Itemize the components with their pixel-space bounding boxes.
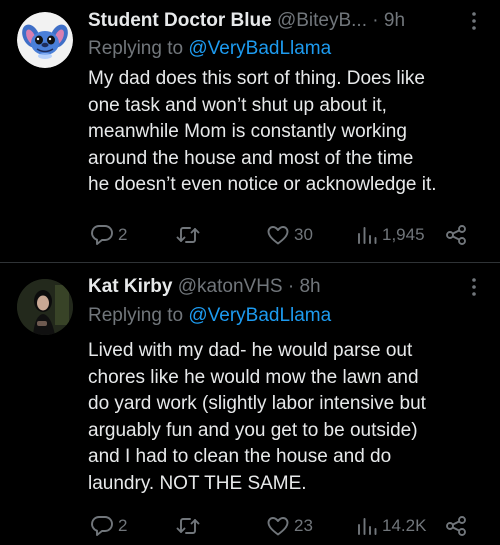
replying-mention-link[interactable]: @VeryBadLlama bbox=[188, 305, 331, 326]
tweet-text-line: around the house and most of the time bbox=[88, 147, 414, 169]
views-button[interactable]: 14.2K bbox=[356, 513, 426, 539]
photo-avatar-icon bbox=[17, 279, 73, 335]
reply-button[interactable]: 2 bbox=[90, 222, 127, 248]
views-icon bbox=[358, 518, 377, 535]
tweet-text-line: he doesn’t even notice or acknowledge it… bbox=[88, 174, 437, 195]
share-button[interactable] bbox=[444, 222, 468, 248]
views-button[interactable]: 1,945 bbox=[356, 222, 425, 248]
avatar[interactable] bbox=[17, 279, 73, 335]
views-count: 1,945 bbox=[382, 225, 425, 244]
like-button[interactable]: 23 bbox=[266, 513, 313, 539]
action-bar: 2 30 1,945 bbox=[88, 222, 480, 248]
tweet-text: My dad does this sort of thing. Does lik… bbox=[88, 66, 488, 199]
action-bar: 2 23 14.2K bbox=[88, 513, 480, 539]
reply-button[interactable]: 2 bbox=[90, 513, 127, 539]
user-handle[interactable]: @katonVHS bbox=[178, 276, 283, 297]
tweet-text-line: and I had to clean the house and do bbox=[88, 446, 392, 467]
replying-to: Replying to @VeryBadLlama bbox=[88, 36, 331, 62]
views-icon bbox=[358, 227, 377, 244]
views-count: 14.2K bbox=[382, 516, 427, 535]
replying-mention-link[interactable]: @VeryBadLlama bbox=[188, 38, 331, 59]
like-count: 23 bbox=[294, 516, 313, 535]
retweet-button[interactable] bbox=[176, 222, 204, 248]
display-name[interactable]: Kat Kirby bbox=[88, 276, 172, 297]
tweet-text: Lived with my dad- he would parse out ch… bbox=[88, 338, 488, 497]
replying-to: Replying to @VeryBadLlama bbox=[88, 303, 331, 329]
tweet-text-line: laundry. NOT THE SAME. bbox=[88, 472, 307, 494]
tweet[interactable]: Kat Kirby @katonVHS · 8h Replying to @Ve… bbox=[0, 263, 500, 545]
like-button[interactable]: 30 bbox=[266, 222, 313, 248]
tweet-text-line: My dad does this sort of thing. Does lik… bbox=[88, 68, 425, 89]
tweet-text-line: meanwhile Mom is constantly working bbox=[88, 121, 407, 142]
like-count: 30 bbox=[294, 225, 313, 244]
heart-icon bbox=[267, 226, 289, 245]
heart-icon bbox=[267, 517, 289, 536]
separator-dot: · bbox=[372, 10, 379, 31]
replying-prefix: Replying to bbox=[88, 305, 184, 326]
reply-count: 2 bbox=[118, 225, 128, 244]
timestamp[interactable]: 8h bbox=[299, 276, 320, 297]
display-name[interactable]: Student Doctor Blue bbox=[88, 10, 272, 31]
tweet-text-line: one task and won’t shut up about it, bbox=[88, 94, 387, 116]
tweet-text-line: Lived with my dad- he would parse out bbox=[88, 340, 413, 361]
tweet[interactable]: Student Doctor Blue @BiteyB... · 9h Repl… bbox=[0, 0, 500, 262]
user-handle[interactable]: @BiteyB... bbox=[277, 10, 367, 31]
retweet-icon bbox=[176, 518, 200, 534]
timestamp[interactable]: 9h bbox=[384, 10, 405, 31]
replying-prefix: Replying to bbox=[88, 38, 184, 59]
tweet-text-line: do yard work (slightly labor intensive b… bbox=[88, 393, 426, 414]
tweet-text-line: chores like he would mow the lawn and bbox=[88, 366, 419, 388]
share-icon bbox=[446, 225, 466, 245]
tweet-header: Kat Kirby @katonVHS · 8h bbox=[88, 274, 460, 300]
separator-dot: · bbox=[287, 276, 295, 297]
more-options-icon[interactable] bbox=[464, 274, 484, 300]
tweet-text-line: arguably fun and you get to be outside) bbox=[88, 419, 418, 441]
share-button[interactable] bbox=[444, 513, 468, 539]
retweet-button[interactable] bbox=[176, 513, 204, 539]
stitch-avatar-icon bbox=[17, 12, 73, 68]
share-icon bbox=[446, 516, 466, 536]
tweet-header: Student Doctor Blue @BiteyB... · 9h bbox=[88, 8, 460, 34]
retweet-icon bbox=[176, 227, 200, 243]
more-options-icon[interactable] bbox=[464, 8, 484, 34]
avatar[interactable] bbox=[17, 12, 73, 68]
reply-icon bbox=[91, 225, 113, 245]
reply-count: 2 bbox=[118, 516, 128, 535]
reply-icon bbox=[91, 516, 113, 536]
